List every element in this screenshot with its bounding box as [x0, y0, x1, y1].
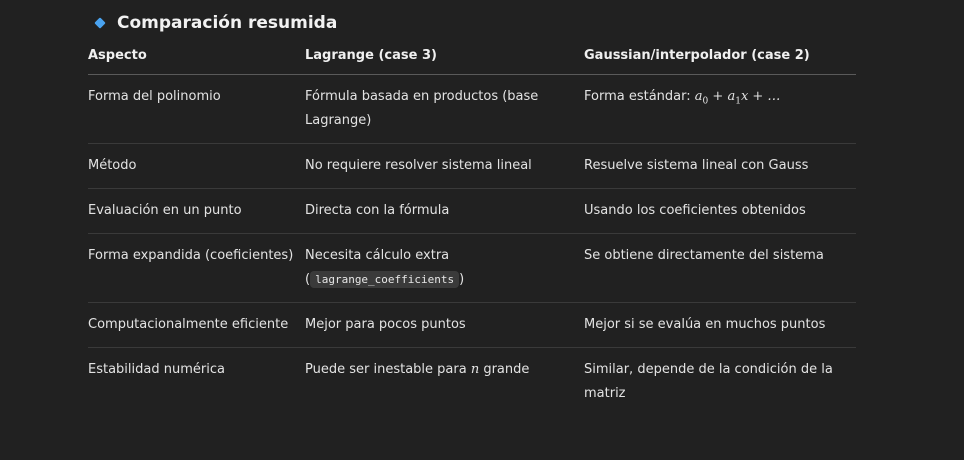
- cell-lagrange: Puede ser inestable para n grande: [305, 348, 584, 417]
- table-row: Evaluación en un punto Directa con la fó…: [88, 188, 856, 234]
- cell-gauss: Forma estándar: a0 + a1x + …: [584, 74, 856, 144]
- header-aspect: Aspecto: [88, 40, 305, 75]
- cell-lagrange-text: Necesita cálculo extra: [305, 248, 450, 263]
- cell-aspect: Evaluación en un punto: [88, 188, 305, 234]
- cell-aspect: Método: [88, 143, 305, 189]
- section-heading: Comparación resumida: [94, 11, 337, 35]
- cell-aspect: Computacionalmente eficiente: [88, 302, 305, 348]
- table-header-row: Aspecto Lagrange (case 3) Gaussian/inter…: [88, 40, 856, 75]
- cell-aspect: Forma expandida (coeficientes): [88, 233, 305, 303]
- cell-lagrange: No requiere resolver sistema lineal: [305, 143, 584, 189]
- blue-diamond-icon: [94, 17, 106, 29]
- cell-gauss: Se obtiene directamente del sistema: [584, 233, 856, 303]
- cell-aspect: Estabilidad numérica: [88, 362, 225, 377]
- table-row: Forma del polinomio Fórmula basada en pr…: [88, 74, 856, 144]
- cell-gauss: Usando los coeficientes obtenidos: [584, 188, 856, 234]
- cell-gauss-text: Forma estándar:: [584, 89, 695, 104]
- cell-lagrange: Necesita cálculo extra(lagrange_coeffici…: [305, 233, 584, 303]
- cell-lagrange-prefix: Puede ser inestable para: [305, 362, 471, 377]
- comparison-table: Aspecto Lagrange (case 3) Gaussian/inter…: [88, 40, 856, 416]
- table-row: Forma expandida (coeficientes) Necesita …: [88, 233, 856, 303]
- cell-lagrange: Mejor para pocos puntos: [305, 302, 584, 348]
- cell-lagrange: Fórmula basada en productos (base Lagran…: [305, 74, 584, 144]
- header-lagrange: Lagrange (case 3): [305, 40, 584, 75]
- table-row: Estabilidad numérica Puede ser inestable…: [88, 348, 856, 417]
- cell-lagrange: Directa con la fórmula: [305, 188, 584, 234]
- inline-code: lagrange_coefficients: [310, 271, 460, 288]
- cell-aspect: Forma del polinomio: [88, 74, 305, 144]
- math-variable: n: [470, 362, 480, 377]
- header-gauss: Gaussian/interpolador (case 2): [584, 40, 856, 75]
- cell-gauss: Similar, depende de la condición de la m…: [584, 362, 833, 401]
- table-row: Computacionalmente eficiente Mejor para …: [88, 302, 856, 348]
- cell-gauss: Mejor si se evalúa en muchos puntos: [584, 302, 856, 348]
- polynomial-formula: a0 + a1x + …: [694, 89, 781, 107]
- cell-gauss: Resuelve sistema lineal con Gauss: [584, 143, 856, 189]
- cell-lagrange-suffix: grande: [479, 362, 530, 377]
- table-row: Método No requiere resolver sistema line…: [88, 143, 856, 189]
- section-title: Comparación resumida: [117, 13, 338, 33]
